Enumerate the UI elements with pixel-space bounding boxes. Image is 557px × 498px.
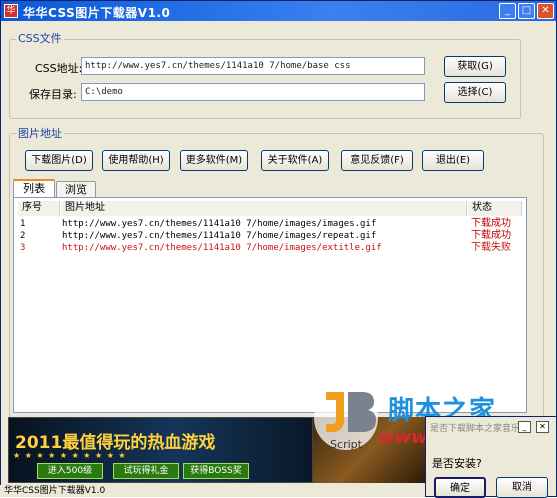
ad-banner[interactable]: 2011最值得玩的热血游戏 ★ ★ ★ ★ ★ ★ ★ ★ ★ ★ 进入500级… <box>8 417 313 483</box>
svg-text:Script: Script <box>330 438 363 451</box>
column-header-status[interactable]: 状态 <box>468 201 522 216</box>
css-url-input[interactable]: http://www.yes7.cn/themes/1141a10 7/home… <box>81 57 425 75</box>
status-bar: 华华CSS图片下载器V1.0 <box>0 485 425 497</box>
title-bar[interactable]: 华 华华CSS图片下载器V1.0 _ □ ✕ <box>1 1 556 21</box>
row-status: 下载成功 <box>471 218 511 229</box>
dialog-message: 是否安装? <box>432 457 482 470</box>
row-index: 3 <box>20 243 26 253</box>
cancel-button[interactable]: 取消 <box>496 477 548 498</box>
row-status: 下载成功 <box>471 230 511 241</box>
image-group-label: 图片地址 <box>16 125 64 141</box>
install-dialog: 是否下载脚本之家音乐盒, _ ✕ 是否安装? 确定 取消 <box>425 416 557 498</box>
dialog-minimize-icon[interactable]: _ <box>518 421 531 433</box>
row-url: http://www.yes7.cn/themes/1141a10 7/home… <box>62 231 377 241</box>
row-index: 2 <box>20 231 26 241</box>
row-index: 1 <box>20 219 26 229</box>
fetch-button[interactable]: 获取(G) <box>444 56 506 77</box>
save-dir-label: 保存目录: <box>29 88 77 101</box>
close-icon[interactable]: ✕ <box>537 3 554 19</box>
maximize-icon[interactable]: □ <box>518 3 535 19</box>
image-list[interactable]: 序号 图片地址 状态 1 http://www.yes7.cn/themes/1… <box>13 197 527 413</box>
row-status: 下载失败 <box>471 242 511 253</box>
star-rating-icon: ★ ★ ★ ★ ★ ★ ★ ★ ★ ★ <box>13 451 127 460</box>
download-images-button[interactable]: 下载图片(D) <box>25 150 93 171</box>
browse-button[interactable]: 选择(C) <box>444 82 506 103</box>
help-button[interactable]: 使用帮助(H) <box>102 150 170 171</box>
exit-button[interactable]: 退出(E) <box>422 150 484 171</box>
banner-title: 2011最值得玩的热血游戏 <box>15 433 216 453</box>
more-software-button[interactable]: 更多软件(M) <box>180 150 248 171</box>
tab-list[interactable]: 列表 <box>13 179 55 197</box>
dialog-line1: 是否下载脚本之家音乐盒, <box>430 424 532 434</box>
banner-boss-button[interactable]: 获得BOSS奖 <box>183 463 249 479</box>
table-row[interactable]: 2 http://www.yes7.cn/themes/1141a10 7/ho… <box>14 230 526 242</box>
window-title: 华华CSS图片下载器V1.0 <box>23 6 171 20</box>
minimize-icon[interactable]: _ <box>499 3 516 19</box>
banner-gift-button[interactable]: 试玩得礼金 <box>113 463 179 479</box>
about-button[interactable]: 关于软件(A) <box>261 150 329 171</box>
tab-preview[interactable]: 浏览 <box>56 181 96 198</box>
column-header-index[interactable]: 序号 <box>18 201 60 216</box>
save-dir-input[interactable]: C:\demo <box>81 83 425 101</box>
feedback-button[interactable]: 意见反馈(F) <box>341 150 413 171</box>
app-icon: 华 <box>4 4 18 18</box>
column-header-url[interactable]: 图片地址 <box>61 201 467 216</box>
css-group-label: CSS文件 <box>16 30 64 46</box>
ok-button[interactable]: 确定 <box>434 477 486 498</box>
css-url-label: CSS地址: <box>35 62 83 75</box>
table-row[interactable]: 1 http://www.yes7.cn/themes/1141a10 7/ho… <box>14 218 526 230</box>
table-row[interactable]: 3 http://www.yes7.cn/themes/1141a10 7/ho… <box>14 242 526 254</box>
row-url: http://www.yes7.cn/themes/1141a10 7/home… <box>62 219 377 229</box>
banner-level-button[interactable]: 进入500级 <box>37 463 103 479</box>
jb51-logo-icon: Script <box>314 386 378 451</box>
css-file-group <box>9 39 521 119</box>
dialog-close-icon[interactable]: ✕ <box>536 421 549 433</box>
row-url: http://www.yes7.cn/themes/1141a10 7/home… <box>62 243 382 253</box>
